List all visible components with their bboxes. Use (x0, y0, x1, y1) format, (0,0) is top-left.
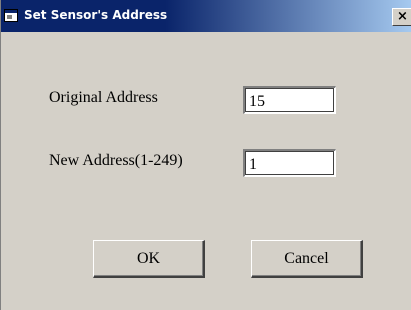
original-address-input[interactable] (243, 86, 336, 114)
new-address-input[interactable] (243, 149, 336, 177)
title-bar[interactable]: Set Sensor's Address × (1, 0, 411, 32)
dialog-window: Set Sensor's Address × Original Address … (0, 0, 411, 310)
close-icon: × (397, 9, 408, 24)
original-address-label: Original Address (49, 89, 158, 106)
new-address-label: New Address(1-249) (49, 152, 183, 169)
window-title: Set Sensor's Address (24, 8, 168, 22)
cancel-button[interactable]: Cancel (251, 240, 363, 278)
app-window-icon (4, 9, 18, 22)
close-button[interactable]: × (392, 8, 411, 26)
ok-button[interactable]: OK (93, 240, 205, 278)
